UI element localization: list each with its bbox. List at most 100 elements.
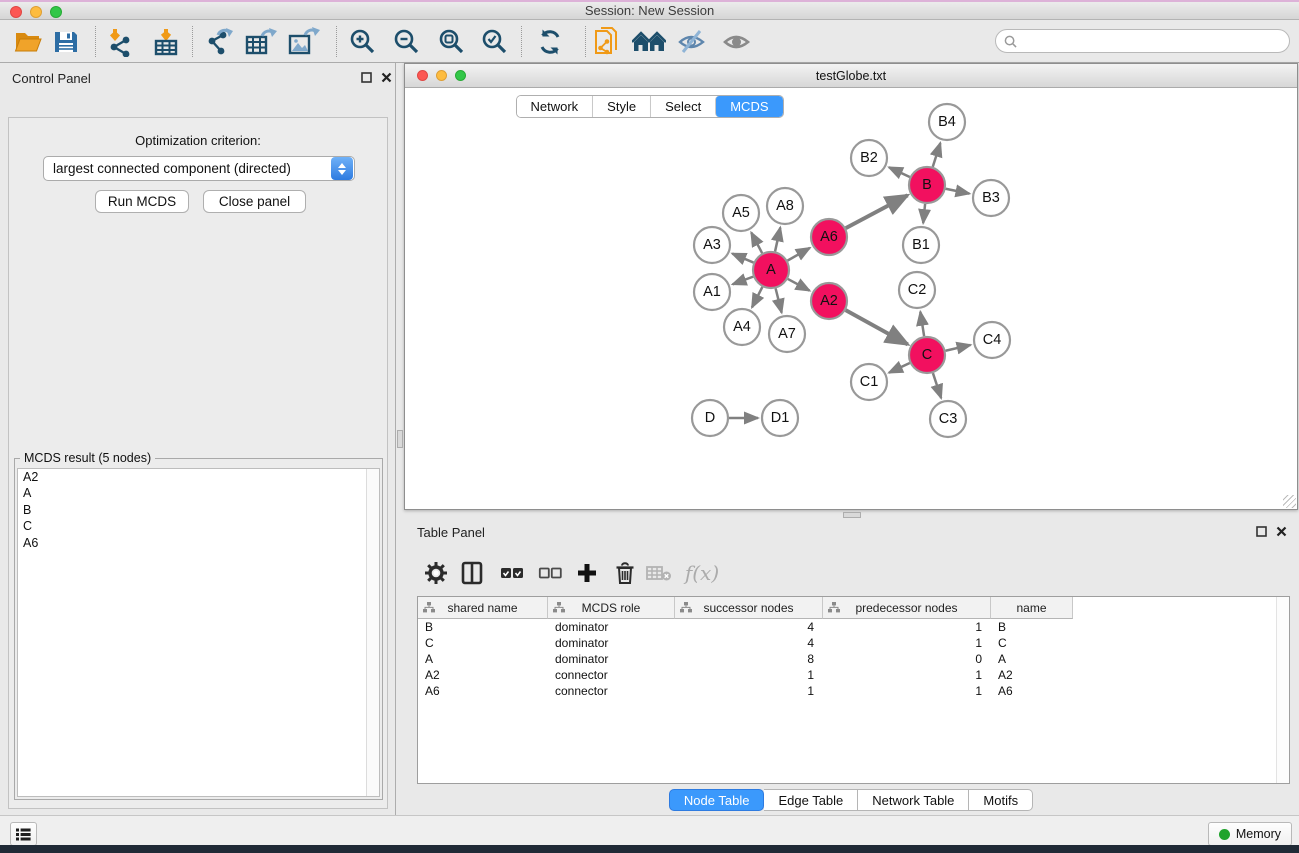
table-row[interactable]: Adominator80A [418,651,1289,667]
edge-A-A8[interactable] [775,227,780,251]
table-row[interactable]: Bdominator41B [418,619,1289,635]
edge-A-A5[interactable] [751,232,762,253]
graph-node-A8[interactable]: A8 [767,188,803,224]
mcds-result-item[interactable]: A6 [18,535,379,551]
table-settings-icon[interactable] [421,558,451,588]
float-panel-icon[interactable] [361,72,372,83]
column-header-shared-name[interactable]: shared name [418,597,548,619]
task-history-button[interactable] [10,822,37,846]
new-network-icon[interactable] [588,24,626,59]
graph-node-A5[interactable]: A5 [723,195,759,231]
mcds-result-item[interactable]: A2 [18,469,379,485]
search-field[interactable] [995,29,1290,53]
edge-A-A7[interactable] [776,288,782,312]
import-table-icon[interactable] [147,24,185,59]
graph-node-C2[interactable]: C2 [899,272,935,308]
edge-B-B4[interactable] [933,143,941,167]
graph-node-B1[interactable]: B1 [903,227,939,263]
zoom-out-icon[interactable] [387,24,425,59]
graph-node-D1[interactable]: D1 [762,400,798,436]
memory-button[interactable]: Memory [1208,822,1292,846]
edge-B-B3[interactable] [946,189,970,194]
graph-node-C[interactable]: C [909,337,945,373]
window-resize-grip[interactable] [1283,495,1296,508]
horizontal-split-handle[interactable] [843,512,861,518]
graph-node-D[interactable]: D [692,400,728,436]
edge-B-B1[interactable] [923,204,925,223]
column-visibility-icon[interactable] [457,558,487,588]
show-selected-icon[interactable] [718,24,756,59]
save-session-icon[interactable] [47,24,85,59]
run-mcds-button[interactable]: Run MCDS [95,190,189,213]
network-window-titlebar[interactable]: testGlobe.txt [405,64,1297,88]
close-panel-button[interactable]: Close panel [203,190,306,213]
graph-node-A7[interactable]: A7 [769,316,805,352]
result-list-scrollbar[interactable] [366,469,379,796]
export-network-icon[interactable] [200,24,238,59]
edge-A2-C[interactable] [846,310,908,344]
column-header-predecessor-nodes[interactable]: predecessor nodes [823,597,991,619]
edge-B-B2[interactable] [889,167,910,177]
tab-mcds[interactable]: MCDS [715,96,782,117]
mcds-result-item[interactable]: C [18,518,379,534]
tab-select[interactable]: Select [650,96,715,117]
graph-node-B4[interactable]: B4 [929,104,965,140]
graph-node-A4[interactable]: A4 [724,309,760,345]
graph-node-C3[interactable]: C3 [930,401,966,437]
close-panel-icon[interactable] [381,72,392,83]
table-scrollbar[interactable] [1276,597,1289,783]
column-header-MCDS-role[interactable]: MCDS role [548,597,675,619]
minimize-window-button[interactable] [30,6,42,18]
column-header-successor-nodes[interactable]: successor nodes [675,597,823,619]
mcds-result-item[interactable]: A [18,485,379,501]
zoom-in-icon[interactable] [343,24,381,59]
table-row[interactable]: Cdominator41C [418,635,1289,651]
edge-A-A2[interactable] [788,279,810,291]
zoom-fit-icon[interactable] [432,24,470,59]
edge-A-A3[interactable] [732,254,753,263]
show-all-icon[interactable] [630,24,668,59]
tab-motifs[interactable]: Motifs [969,789,1033,811]
refresh-icon[interactable] [531,24,569,59]
tab-style[interactable]: Style [592,96,650,117]
optimization-criterion-dropdown[interactable]: largest connected component (directed) [43,156,355,181]
maximize-window-button[interactable] [50,6,62,18]
node-table[interactable]: shared nameMCDS rolesuccessor nodesprede… [417,596,1290,784]
add-column-icon[interactable] [572,558,602,588]
table-row[interactable]: A6connector11A6 [418,683,1289,699]
close-window-button[interactable] [10,6,22,18]
graph-node-A[interactable]: A [753,252,789,288]
graph-node-B3[interactable]: B3 [973,180,1009,216]
open-session-icon[interactable] [9,24,47,59]
search-input[interactable] [1022,34,1289,48]
export-image-icon[interactable] [285,24,323,59]
edge-A-A6[interactable] [788,248,810,261]
delete-column-icon[interactable] [610,558,640,588]
column-header-name[interactable]: name [991,597,1073,619]
edge-A-A4[interactable] [752,287,762,307]
close-table-panel-icon[interactable] [1276,526,1287,537]
edge-A-A1[interactable] [733,277,754,285]
function-builder-icon[interactable]: f(x) [680,558,724,588]
network-graph-canvas[interactable]: AA1A3A5A8A4A7A6A2BB2B4B3B1CC2C4C1C3DD1 [405,88,1295,508]
vertical-split-handle[interactable] [397,430,403,448]
mcds-result-item[interactable]: B [18,502,379,518]
delete-table-icon[interactable] [644,558,674,588]
edge-C-C4[interactable] [946,345,971,351]
edge-C-C3[interactable] [933,373,941,398]
select-all-icon[interactable] [497,558,527,588]
export-table-icon[interactable] [242,24,280,59]
graph-node-B[interactable]: B [909,167,945,203]
import-network-icon[interactable] [102,24,140,59]
graph-node-A3[interactable]: A3 [694,227,730,263]
tab-edge-table[interactable]: Edge Table [764,789,858,811]
graph-node-B2[interactable]: B2 [851,140,887,176]
mcds-result-list[interactable]: A2ABCA6 [17,468,380,797]
graph-node-A6[interactable]: A6 [811,219,847,255]
table-row[interactable]: A2connector11A2 [418,667,1289,683]
edge-C-C1[interactable] [889,363,910,373]
edge-C-C2[interactable] [920,312,924,336]
tab-network-table[interactable]: Network Table [858,789,969,811]
tab-node-table[interactable]: Node Table [669,789,765,811]
edge-A6-B[interactable] [846,195,908,228]
